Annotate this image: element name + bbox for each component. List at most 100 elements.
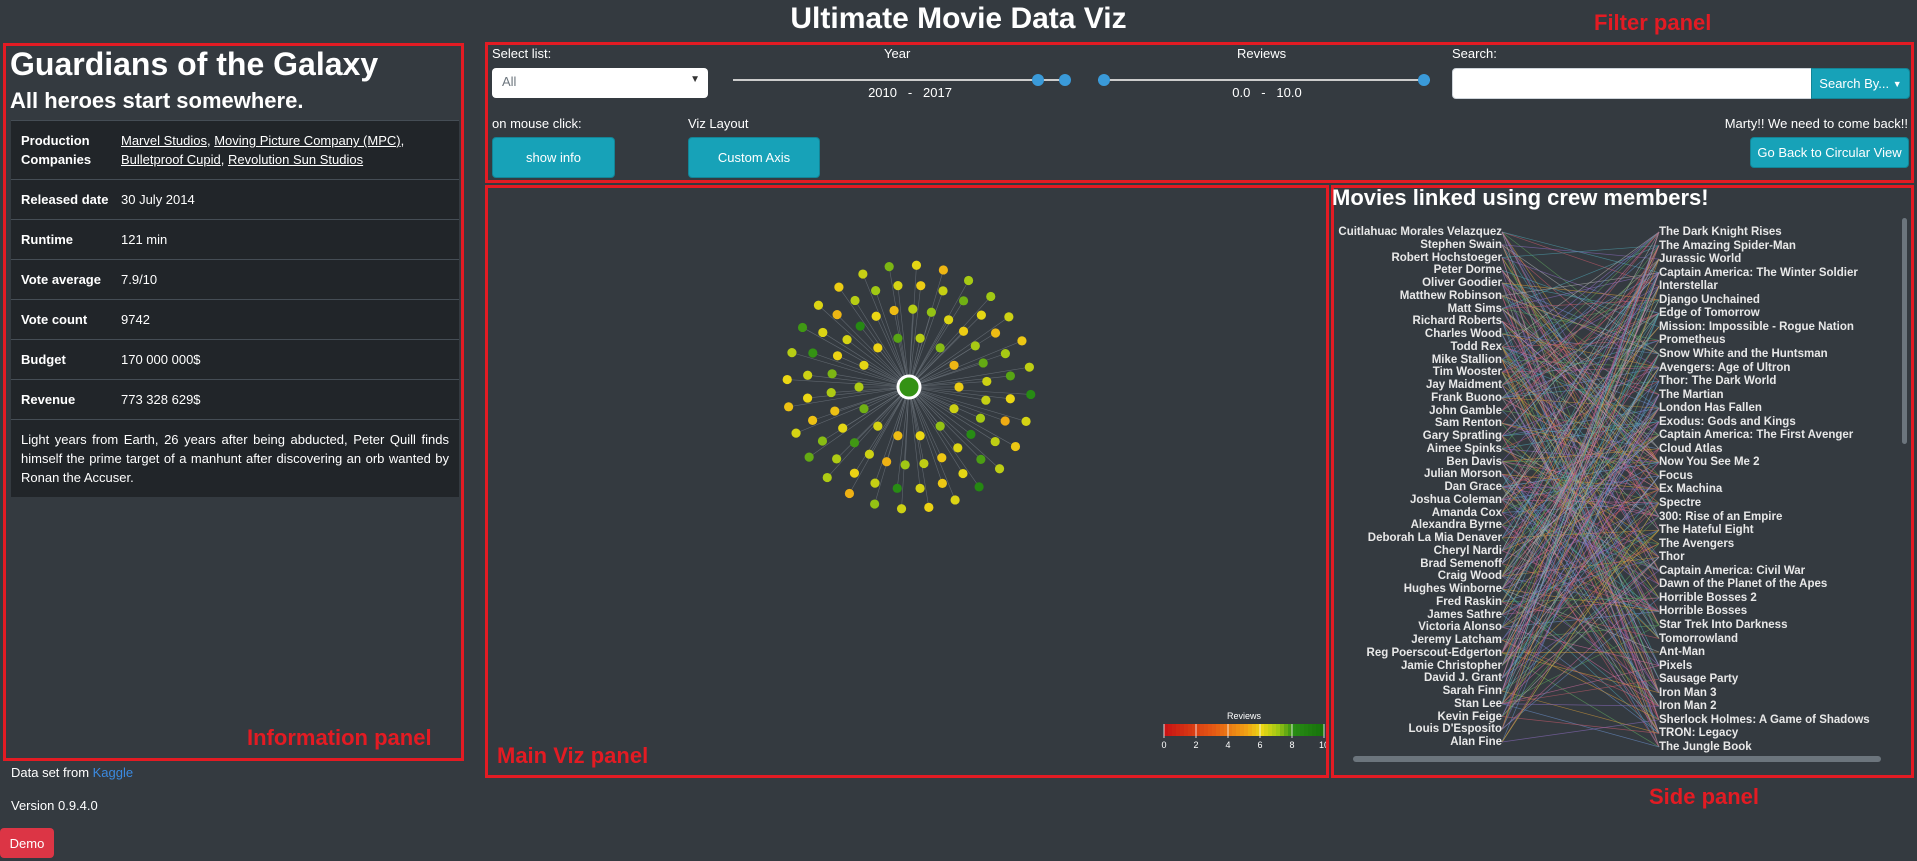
movie-node[interactable] — [943, 315, 954, 325]
crew-member-label[interactable]: Todd Rex — [1450, 341, 1502, 353]
search-input[interactable] — [1452, 68, 1812, 99]
movie-node[interactable] — [1017, 336, 1027, 346]
movie-node[interactable] — [859, 360, 869, 370]
crew-member-label[interactable]: Sarah Finn — [1443, 685, 1502, 697]
linked-movie-label[interactable]: The Jungle Book — [1659, 741, 1752, 753]
movie-node[interactable] — [963, 275, 974, 286]
movie-node[interactable] — [896, 504, 907, 514]
linked-movie-label[interactable]: Pixels — [1659, 660, 1692, 672]
movie-node[interactable] — [791, 428, 801, 438]
crew-member-label[interactable]: Alan Fine — [1450, 736, 1502, 748]
movie-node[interactable] — [797, 322, 808, 333]
linked-movie-label[interactable]: Avengers: Age of Ultron — [1659, 362, 1790, 374]
movie-node[interactable] — [958, 296, 969, 306]
show-info-button[interactable]: show info — [492, 137, 615, 178]
linked-movie-label[interactable]: Jurassic World — [1659, 253, 1741, 265]
movie-node[interactable] — [870, 499, 880, 509]
movie-node[interactable] — [832, 454, 842, 464]
crew-member-label[interactable]: Brad Semenoff — [1420, 558, 1502, 570]
movie-network-viz[interactable]: Reviews 0 2 4 6 8 10 — [488, 188, 1326, 775]
crew-member-label[interactable]: Louis D'Esposito — [1409, 723, 1502, 735]
crew-member-label[interactable]: Craig Wood — [1438, 570, 1502, 582]
company-link[interactable]: Bulletproof Cupid — [121, 152, 221, 167]
movie-node[interactable] — [818, 327, 828, 338]
movie-node[interactable] — [900, 460, 910, 470]
movie-node[interactable] — [803, 393, 813, 403]
crew-member-label[interactable]: Aimee Spinks — [1427, 443, 1502, 455]
movie-node[interactable] — [949, 360, 959, 370]
linked-movie-label[interactable]: London Has Fallen — [1659, 402, 1762, 414]
movie-node[interactable] — [893, 281, 903, 291]
linked-movie-label[interactable]: Ant-Man — [1659, 646, 1705, 658]
movie-node[interactable] — [842, 334, 852, 345]
crew-member-label[interactable]: Mike Stallion — [1432, 354, 1502, 366]
movie-node[interactable] — [884, 262, 894, 272]
movie-node[interactable] — [982, 376, 992, 387]
company-link[interactable]: Marvel Studios — [121, 133, 207, 148]
movie-node[interactable] — [784, 402, 794, 412]
crew-member-label[interactable]: Amanda Cox — [1432, 507, 1502, 519]
crew-member-label[interactable]: Robert Hochstoeger — [1391, 252, 1502, 264]
movie-node[interactable] — [871, 286, 881, 296]
linked-movie-label[interactable]: Horrible Bosses 2 — [1659, 592, 1757, 604]
linked-movie-label[interactable]: Mission: Impossible - Rogue Nation — [1659, 321, 1854, 333]
custom-axis-button[interactable]: Custom Axis — [688, 137, 820, 178]
movie-node[interactable] — [970, 341, 980, 351]
linked-movie-label[interactable]: Spectre — [1659, 497, 1701, 509]
movie-node[interactable] — [813, 300, 824, 310]
movie-node[interactable] — [889, 305, 899, 316]
linked-movie-label[interactable]: TRON: Legacy — [1659, 727, 1738, 739]
movie-node[interactable] — [974, 482, 984, 492]
crew-member-label[interactable]: Matthew Robinson — [1400, 290, 1502, 302]
linked-movie-label[interactable]: Captain America: Civil War — [1659, 565, 1805, 577]
movie-node[interactable] — [938, 286, 948, 296]
crew-member-label[interactable]: Jeremy Latcham — [1411, 634, 1502, 646]
reviews-slider-max-handle[interactable] — [1418, 74, 1430, 86]
movie-node[interactable] — [1005, 394, 1015, 404]
movie-node[interactable] — [892, 483, 902, 493]
year-slider[interactable] — [733, 74, 1071, 86]
movie-node[interactable] — [1026, 389, 1036, 400]
linked-movie-label[interactable]: Captain America: The Winter Soldier — [1659, 267, 1858, 279]
movie-node[interactable] — [953, 443, 963, 453]
movie-node[interactable] — [834, 282, 844, 292]
linked-movie-label[interactable]: 300: Rise of an Empire — [1659, 511, 1782, 523]
movie-node[interactable] — [937, 453, 947, 463]
linked-movie-label[interactable]: The Amazing Spider-Man — [1659, 240, 1796, 252]
movie-node[interactable] — [916, 281, 926, 291]
movie-node[interactable] — [919, 458, 929, 469]
movie-node[interactable] — [958, 326, 969, 336]
movie-node[interactable] — [915, 431, 925, 441]
crew-member-label[interactable]: Sam Renton — [1435, 417, 1502, 429]
linked-movie-label[interactable]: The Hateful Eight — [1659, 524, 1754, 536]
list-select[interactable]: All ▼ — [492, 68, 708, 98]
linked-movie-label[interactable]: Iron Man 2 — [1659, 700, 1717, 712]
movie-node[interactable] — [986, 291, 996, 302]
linked-movie-label[interactable]: Snow White and the Huntsman — [1659, 348, 1828, 360]
crew-member-label[interactable]: Fred Raskin — [1436, 596, 1502, 608]
crew-member-label[interactable]: Hughes Winborne — [1404, 583, 1502, 595]
movie-node[interactable] — [981, 395, 991, 405]
movie-node[interactable] — [924, 502, 934, 512]
movie-node[interactable] — [935, 343, 945, 353]
movie-node[interactable] — [832, 310, 842, 320]
movie-node[interactable] — [1010, 441, 1021, 452]
circular-view-button[interactable]: Go Back to Circular View — [1750, 137, 1909, 168]
movie-node[interactable] — [850, 295, 860, 306]
crew-member-label[interactable]: Peter Dorme — [1434, 264, 1502, 276]
linked-movie-label[interactable]: The Dark Knight Rises — [1659, 226, 1782, 238]
movie-node[interactable] — [822, 472, 832, 483]
movie-node[interactable] — [854, 382, 864, 392]
reviews-slider[interactable] — [1098, 74, 1430, 86]
company-link[interactable]: Revolution Sun Studios — [228, 152, 363, 167]
movie-node[interactable] — [1024, 362, 1034, 372]
movie-node[interactable] — [882, 457, 892, 467]
crew-member-label[interactable]: Kevin Feige — [1437, 711, 1502, 723]
movie-node[interactable] — [950, 495, 960, 505]
movie-node[interactable] — [873, 343, 883, 353]
crew-member-label[interactable]: Jay Maidment — [1426, 379, 1502, 391]
movie-node[interactable] — [915, 333, 925, 343]
movie-node[interactable] — [870, 478, 880, 488]
crew-member-label[interactable]: Deborah La Mia Denaver — [1368, 532, 1502, 544]
movie-node[interactable] — [911, 260, 922, 270]
